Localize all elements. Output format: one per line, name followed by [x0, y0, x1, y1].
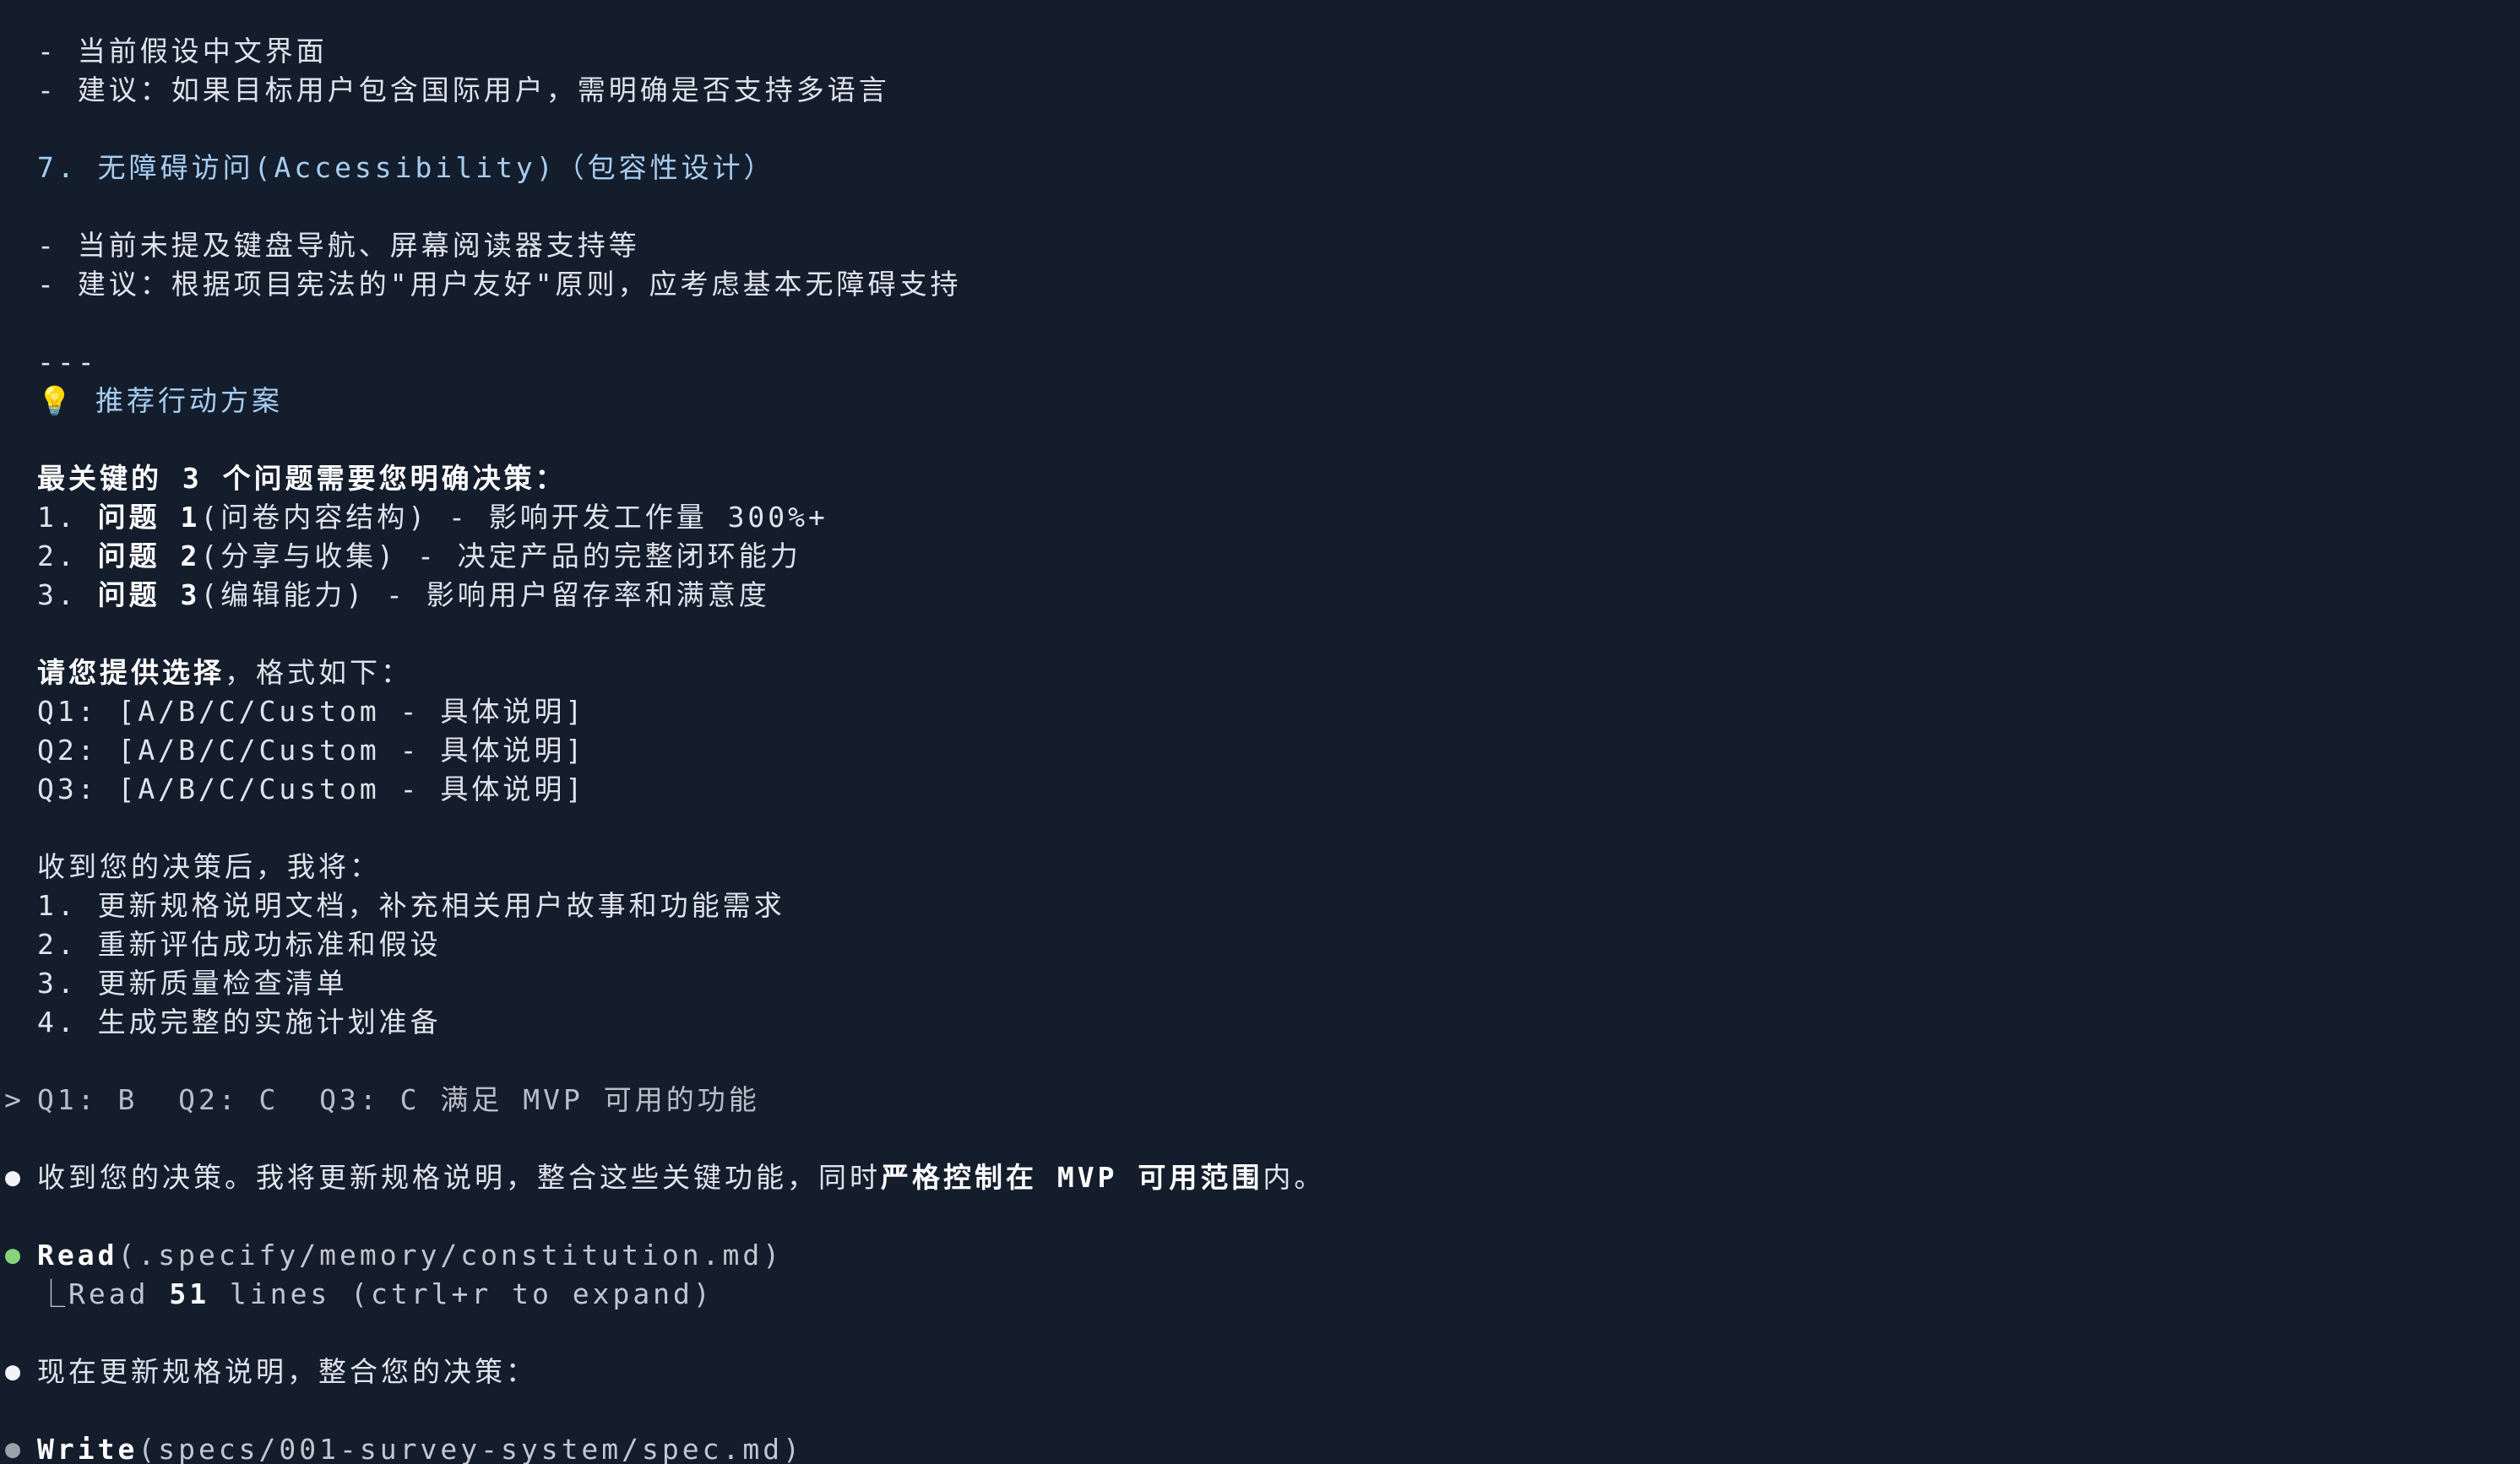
key-questions-title: 最关键的 3 个问题需要您明确决策： [37, 462, 567, 495]
separator: --- [37, 345, 98, 378]
format-line-q2: Q2: [A/B/C/Custom - 具体说明] [37, 734, 586, 767]
after-step-2: 2. 重新评估成功标准和假设 [37, 928, 442, 961]
choose-instruction-rest: ，格式如下： [225, 656, 412, 689]
question-label: 问题 3 [97, 578, 201, 611]
tool-result-prefix: ⎿Read [37, 1277, 170, 1310]
after-step-1: 1. 更新规格说明文档，补充相关用户故事和功能需求 [37, 889, 785, 922]
question-item-1: 1. 问题 1(问卷内容结构) - 影响开发工作量 300%+ [37, 498, 828, 537]
bullet-green-icon: ● [4, 1240, 21, 1270]
bullet-gray-icon: ● [4, 1434, 21, 1464]
lightbulb-icon: 💡 [37, 384, 76, 417]
tool-result-count: 51 [169, 1277, 210, 1310]
bullet-white-icon: ● [4, 1163, 21, 1192]
tool-call-read[interactable]: Read(.specify/memory/constitution.md) [37, 1236, 783, 1275]
message-text: 收到您的决策。我将更新规格说明，整合这些关键功能，同时 [37, 1161, 881, 1194]
after-step-4: 4. 生成完整的实施计划准备 [37, 1006, 442, 1038]
format-line-q3: Q3: [A/B/C/Custom - 具体说明] [37, 773, 586, 805]
line-suggestion-i18n: - 建议：如果目标用户包含国际用户，需明确是否支持多语言 [37, 73, 890, 106]
question-description: (编辑能力) - 影响用户留存率和满意度 [200, 578, 770, 611]
question-item-3: 3. 问题 3(编辑能力) - 影响用户留存率和满意度 [37, 576, 770, 615]
tool-call-write[interactable]: Write(specs/001-survey-system/spec.md) [37, 1430, 803, 1464]
question-item-2: 2. 问题 2(分享与收集) - 决定产品的完整闭环能力 [37, 537, 801, 576]
tool-result-read[interactable]: ⎿Read 51 lines (ctrl+r to expand) [37, 1275, 714, 1314]
assistant-message-update: 现在更新规格说明，整合您的决策： [37, 1355, 537, 1388]
line-current-assumption: - 当前假设中文界面 [37, 35, 328, 68]
line-accessibility-current: - 当前未提及键盘导航、屏幕阅读器支持等 [37, 229, 640, 262]
after-step-3: 3. 更新质量检查清单 [37, 967, 348, 1000]
tool-result-suffix: lines (ctrl+r to expand) [209, 1277, 714, 1310]
question-description: (分享与收集) - 决定产品的完整闭环能力 [200, 540, 801, 572]
message-bold-text: 严格控制在 MVP 可用范围 [881, 1161, 1263, 1194]
bullet-white-icon: ● [4, 1357, 21, 1386]
assistant-message-decision: 收到您的决策。我将更新规格说明，整合这些关键功能，同时严格控制在 MVP 可用范… [37, 1158, 1325, 1197]
tool-args: (specs/001-survey-system/spec.md) [138, 1433, 803, 1464]
message-text-end: 内。 [1263, 1161, 1326, 1194]
choose-instruction: 请您提供选择，格式如下： [37, 653, 412, 692]
question-label: 问题 1 [97, 501, 201, 534]
question-label: 问题 2 [97, 540, 201, 572]
tool-name: Read [37, 1239, 118, 1272]
choose-instruction-bold: 请您提供选择 [37, 656, 225, 689]
section-heading-accessibility: 7. 无障碍访问(Accessibility)（包容性设计） [37, 151, 775, 184]
question-description: (问卷内容结构) - 影响开发工作量 300%+ [200, 501, 828, 534]
line-accessibility-suggestion: - 建议：根据项目宪法的"用户友好"原则，应考虑基本无障碍支持 [37, 268, 962, 301]
tool-name: Write [37, 1433, 138, 1464]
recommendation-title: 推荐行动方案 [95, 384, 283, 417]
question-number: 3. [37, 578, 98, 611]
question-number: 1. [37, 501, 98, 534]
prompt-caret-icon: > [4, 1083, 21, 1116]
tool-args: (.specify/memory/constitution.md) [117, 1239, 784, 1272]
terminal-window: - 当前假设中文界面 - 建议：如果目标用户包含国际用户，需明确是否支持多语言 … [0, 0, 2520, 1464]
format-line-q1: Q1: [A/B/C/Custom - 具体说明] [37, 695, 586, 728]
user-prompt-text[interactable]: Q1: B Q2: C Q3: C 满足 MVP 可用的功能 [37, 1081, 760, 1120]
question-number: 2. [37, 540, 98, 572]
after-decision-intro: 收到您的决策后，我将： [37, 850, 381, 883]
recommendation-heading: 💡 推荐行动方案 [37, 382, 283, 420]
